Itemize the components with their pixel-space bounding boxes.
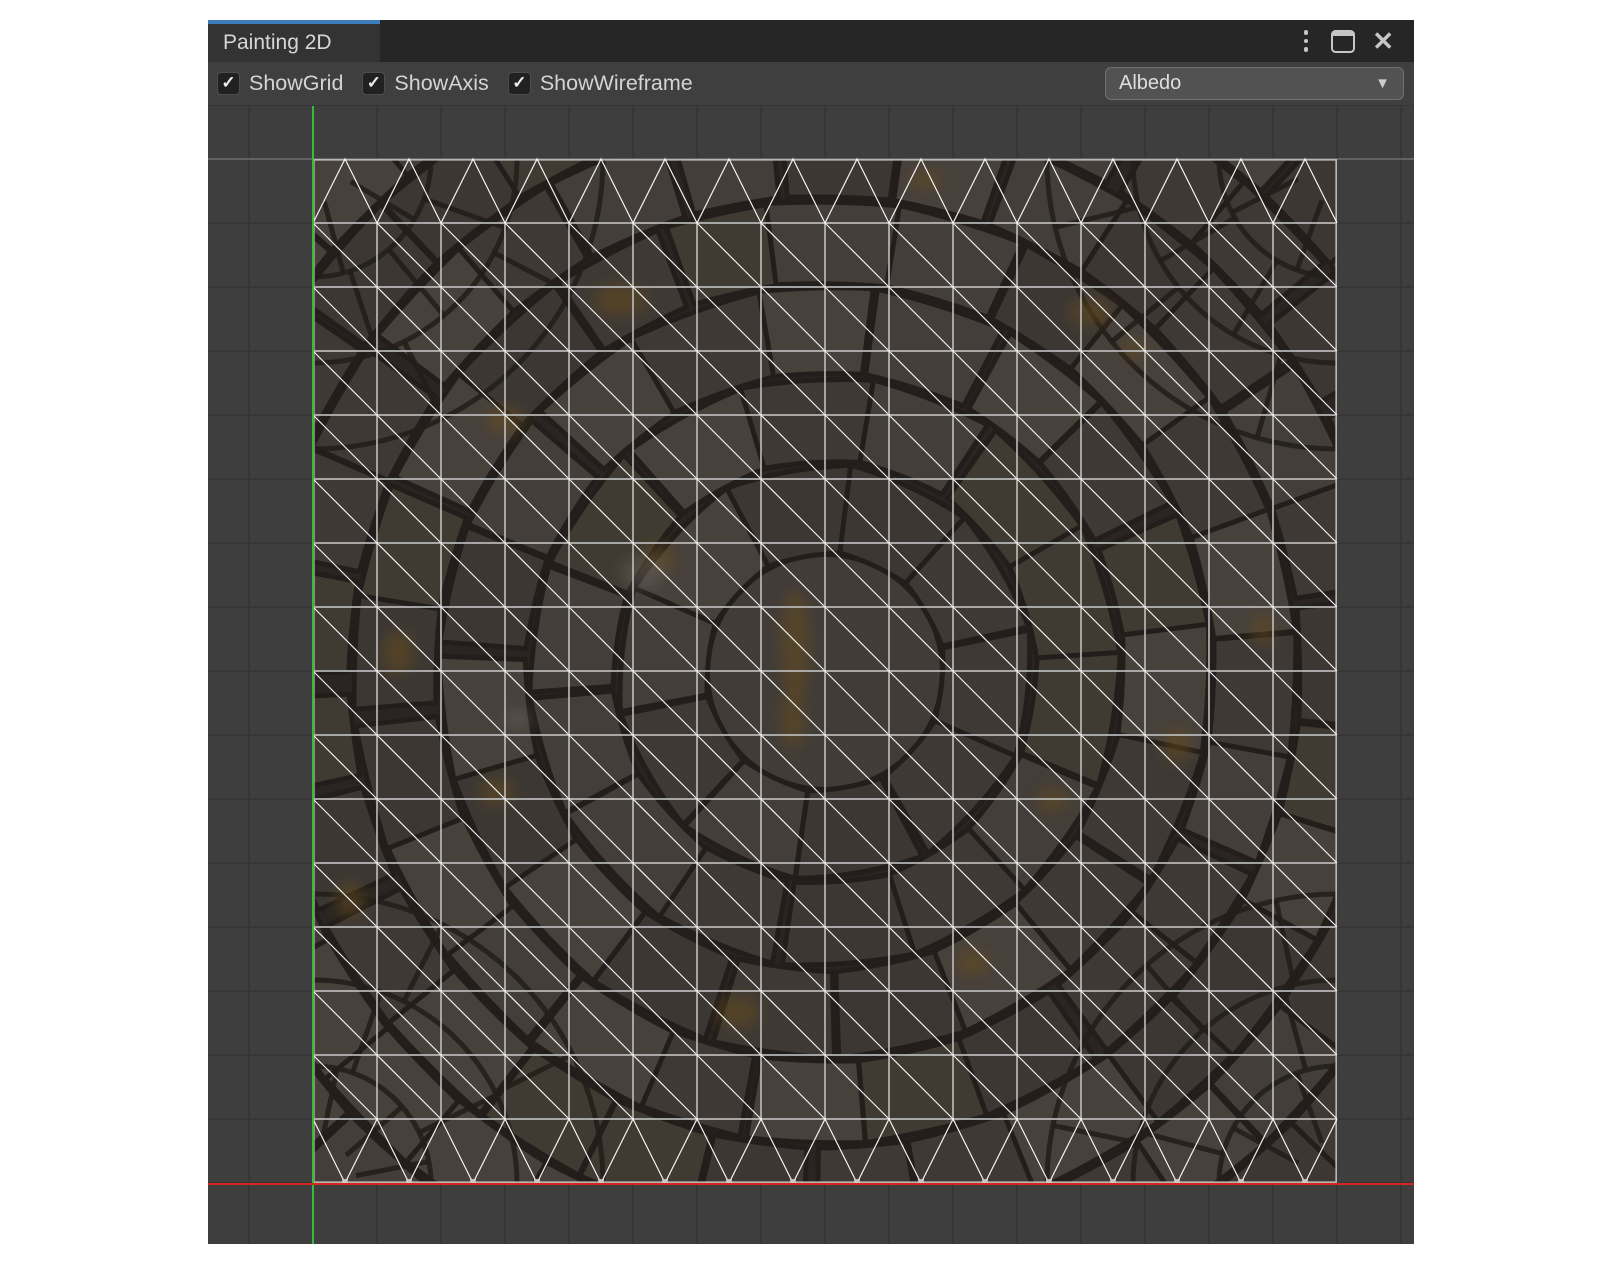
show-axis-checkbox-box[interactable]: ✓ (362, 72, 385, 95)
active-tab-accent (208, 20, 380, 24)
show-grid-label: ShowGrid (249, 71, 343, 96)
show-grid-checkbox-box[interactable]: ✓ (217, 72, 240, 95)
texture-channel-dropdown[interactable]: Albedo ▼ (1105, 67, 1404, 100)
dropdown-selected-value: Albedo (1119, 72, 1181, 95)
show-wireframe-label: ShowWireframe (540, 71, 693, 96)
more-options-icon[interactable] (1298, 27, 1315, 55)
tab-painting-2d[interactable]: Painting 2D (208, 20, 380, 62)
show-wireframe-checkbox-box[interactable]: ✓ (508, 72, 531, 95)
titlebar-controls: ✕ (1298, 20, 1414, 62)
maximize-icon[interactable] (1331, 30, 1355, 53)
check-icon: ✓ (512, 74, 526, 91)
toolbar: ✓ ShowGrid ✓ ShowAxis ✓ ShowWireframe Al… (208, 62, 1414, 106)
checkbox-show-grid[interactable]: ✓ ShowGrid (217, 71, 343, 96)
painting-2d-window: Painting 2D ✕ ✓ ShowGrid ✓ ShowAxis ✓ Sh… (208, 20, 1414, 1244)
check-icon: ✓ (221, 74, 235, 91)
tab-bar: Painting 2D ✕ (208, 20, 1414, 62)
check-icon: ✓ (367, 74, 381, 91)
uv-canvas[interactable] (208, 106, 1414, 1244)
tab-title: Painting 2D (223, 27, 332, 55)
show-axis-label: ShowAxis (394, 71, 488, 96)
checkbox-show-wireframe[interactable]: ✓ ShowWireframe (508, 71, 693, 96)
close-icon[interactable]: ✕ (1372, 31, 1394, 51)
chevron-down-icon: ▼ (1375, 75, 1390, 92)
uv-texture-preview (208, 106, 1414, 1244)
checkbox-show-axis[interactable]: ✓ ShowAxis (362, 71, 488, 96)
